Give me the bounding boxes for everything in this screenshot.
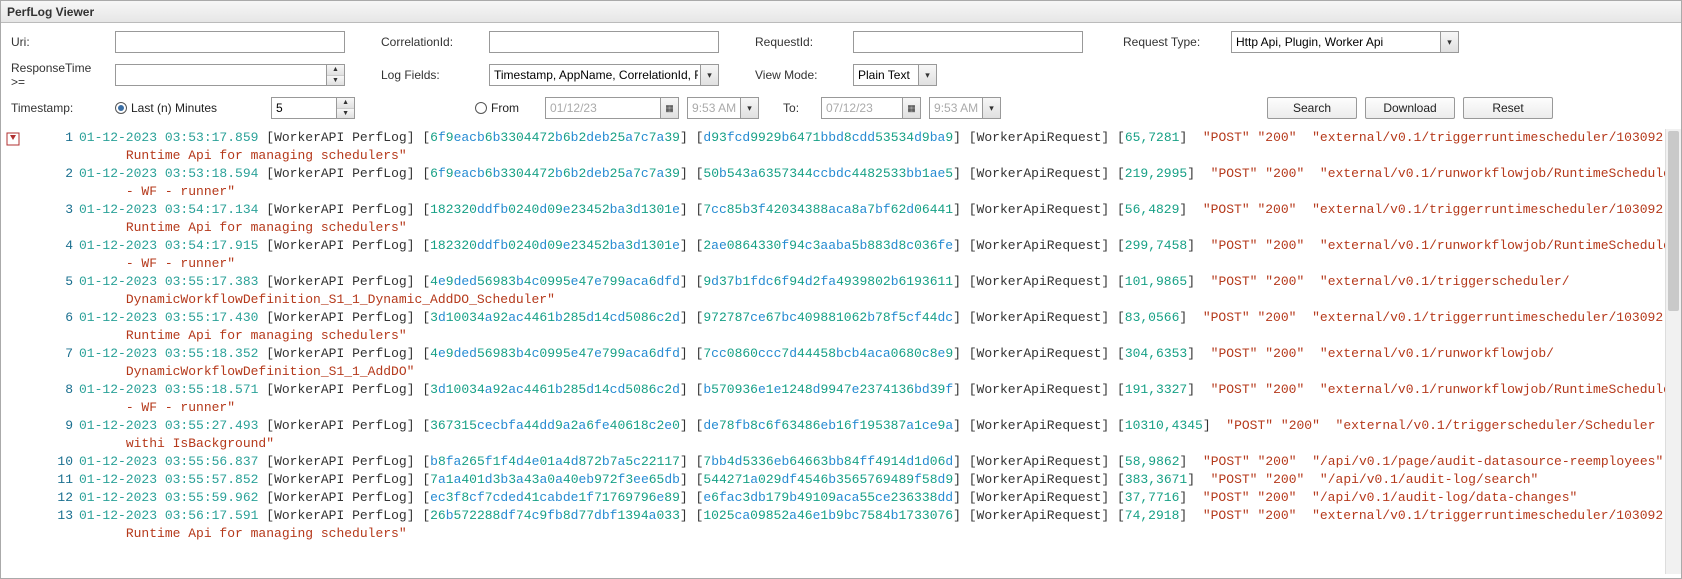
- vertical-scrollbar[interactable]: [1665, 129, 1681, 574]
- perflog-window: PerfLog Viewer Uri: CorrelationId: Reque…: [0, 0, 1682, 579]
- chevron-down-icon[interactable]: ▼: [337, 109, 354, 119]
- chevron-down-icon[interactable]: ▾: [740, 98, 758, 118]
- requestid-input[interactable]: [853, 31, 1083, 53]
- chevron-down-icon[interactable]: ▾: [918, 65, 936, 85]
- log-viewer: 1.2.3.4.5.6.7.8.9.10111213. 01-12-2023 0…: [5, 129, 1677, 574]
- to-date-picker[interactable]: ▦: [821, 97, 921, 119]
- chevron-down-icon[interactable]: ▾: [700, 65, 718, 85]
- bookmark-gutter[interactable]: [5, 129, 25, 574]
- correlationid-input[interactable]: [489, 31, 719, 53]
- radio-from[interactable]: From: [475, 101, 519, 115]
- radio-selected-icon: [115, 102, 127, 114]
- responsetime-spinner[interactable]: ▲▼: [115, 64, 345, 86]
- timestamp-label: Timestamp:: [11, 101, 107, 115]
- requesttype-select[interactable]: ▾: [1231, 31, 1459, 53]
- radio-from-label: From: [491, 101, 519, 115]
- reset-button[interactable]: Reset: [1463, 97, 1553, 119]
- filter-panel: Uri: CorrelationId: RequestId: Request T…: [1, 23, 1681, 131]
- uri-label: Uri:: [11, 35, 107, 49]
- requesttype-value[interactable]: [1231, 31, 1459, 53]
- calendar-icon[interactable]: ▦: [660, 98, 678, 118]
- chevron-up-icon[interactable]: ▲: [327, 65, 344, 76]
- search-button[interactable]: Search: [1267, 97, 1357, 119]
- chevron-down-icon[interactable]: ▾: [1440, 32, 1458, 52]
- from-date-input[interactable]: [545, 97, 679, 119]
- responsetime-input[interactable]: [115, 64, 345, 86]
- to-time-picker[interactable]: ▾: [929, 97, 1001, 119]
- uri-input[interactable]: [115, 31, 345, 53]
- viewmode-label: View Mode:: [755, 68, 845, 82]
- line-number-gutter: 1.2.3.4.5.6.7.8.9.10111213.: [25, 129, 79, 574]
- requesttype-label: Request Type:: [1123, 35, 1223, 49]
- spinner-buttons[interactable]: ▲▼: [326, 65, 344, 85]
- window-title: PerfLog Viewer: [1, 1, 1681, 23]
- viewmode-select[interactable]: ▾: [853, 64, 937, 86]
- download-button[interactable]: Download: [1365, 97, 1455, 119]
- radio-last-minutes[interactable]: Last (n) Minutes: [115, 101, 217, 115]
- logfields-label: Log Fields:: [381, 68, 481, 82]
- chevron-down-icon[interactable]: ▼: [327, 76, 344, 86]
- calendar-icon[interactable]: ▦: [902, 98, 920, 118]
- radio-last-minutes-label: Last (n) Minutes: [131, 101, 217, 115]
- spinner-buttons[interactable]: ▲▼: [336, 98, 354, 118]
- radio-unselected-icon: [475, 102, 487, 114]
- requestid-label: RequestId:: [755, 35, 845, 49]
- from-time-picker[interactable]: ▾: [687, 97, 759, 119]
- logfields-value[interactable]: [489, 64, 719, 86]
- correlationid-label: CorrelationId:: [381, 35, 481, 49]
- last-minutes-spinner[interactable]: ▲▼: [271, 97, 355, 119]
- log-text-body[interactable]: 01-12-2023 03:53:17.859 [WorkerAPI PerfL…: [79, 129, 1677, 574]
- from-date-picker[interactable]: ▦: [545, 97, 679, 119]
- responsetime-label: ResponseTime >=: [11, 61, 107, 89]
- scrollbar-thumb[interactable]: [1668, 131, 1679, 311]
- chevron-down-icon[interactable]: ▾: [982, 98, 1000, 118]
- to-label: To:: [783, 101, 813, 115]
- chevron-up-icon[interactable]: ▲: [337, 98, 354, 109]
- logfields-select[interactable]: ▾: [489, 64, 719, 86]
- bookmark-icon: [5, 131, 21, 147]
